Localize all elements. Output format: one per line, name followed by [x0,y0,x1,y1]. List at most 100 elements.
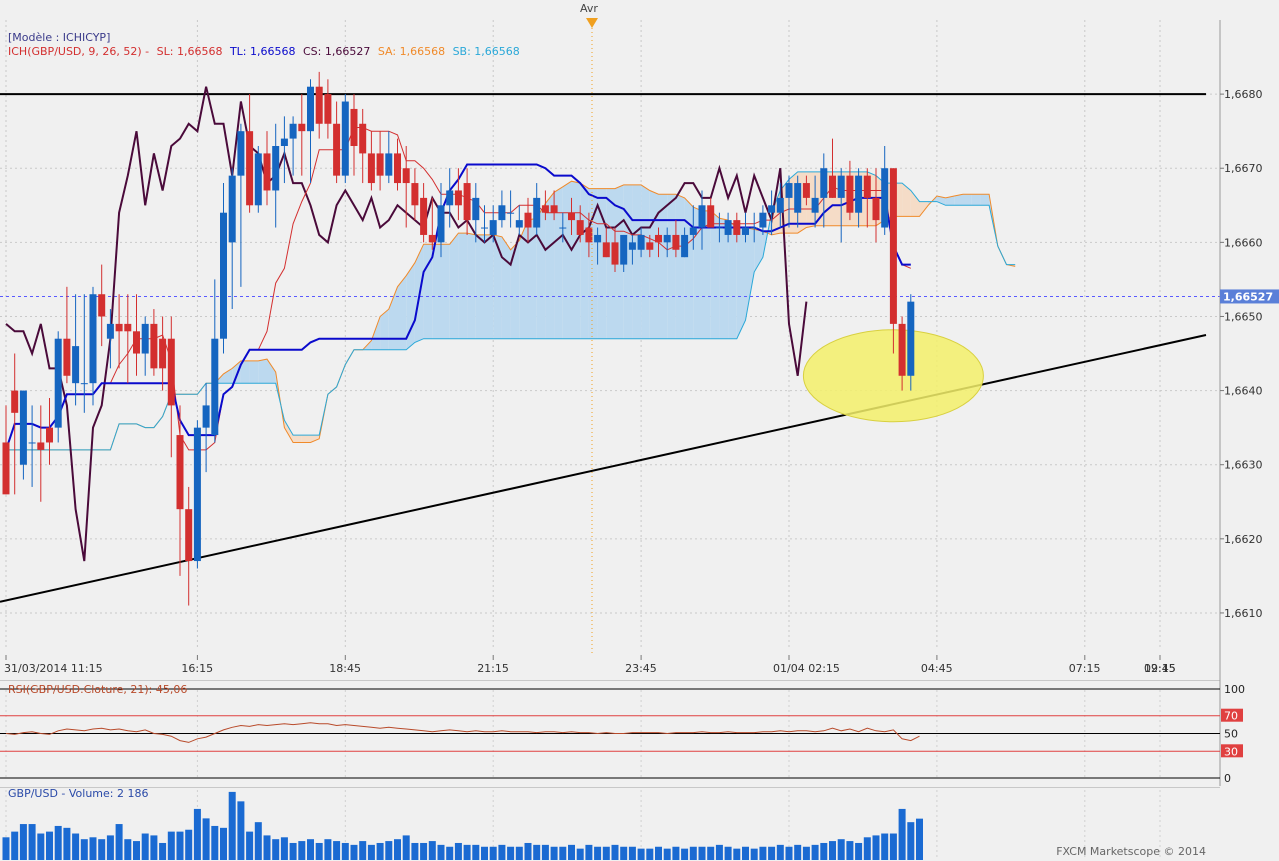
candle-bear [420,197,428,235]
volume-bar [881,833,889,860]
chart-canvas[interactable]: 1,6610 1,6620 1,6630 1,6640 1,6650 1,6660 1,66… [0,0,1279,860]
candle-bull [72,346,80,384]
cloud-segment-bull [649,190,659,339]
cloud-segment-bull [458,233,468,339]
cloud-segment-bull [545,192,555,339]
volume-bar [411,842,419,860]
volume-bar [750,848,758,860]
volume-bar [350,844,358,860]
candle-bull [785,183,793,198]
volume-bar [298,841,306,860]
candle-bear [359,123,367,154]
volume-bar [124,839,132,860]
candle-bear [550,205,558,213]
volume-bar [602,846,610,860]
cloud-segment-bull [449,233,459,339]
candle-bear [367,153,375,184]
volume-bar [620,846,628,860]
volume-bar [855,842,863,860]
cloud-segment-bull [258,359,267,384]
candle-bull [742,227,749,235]
volume-bar [133,841,140,860]
volume-bar [507,846,515,860]
candle-bear [829,175,836,198]
candle-bear [263,153,271,191]
cloud-segment-bull [562,181,572,339]
cloud-segment-bull [571,181,581,339]
volume-bar [715,844,723,860]
ichimoku-legend: ICH(GBP/USD, 9, 26, 52) - SL: 1,66568 TL… [8,45,524,58]
candle-bear [11,390,19,413]
copyright: FXCM Marketscope © 2014 [1056,845,1206,858]
volume-bar [541,844,549,860]
cloud-segment-bull [441,244,450,339]
candle-bull [307,86,314,132]
candle-bull [724,220,732,235]
volume-bar [463,844,471,860]
candle-bear [333,123,341,176]
price-axis-label: 1,6610 [1224,607,1263,620]
volume-bar [159,842,167,860]
volume-bar [533,844,541,860]
volume-bar [167,831,175,860]
volume-bar [576,848,584,860]
volume-bar [150,835,158,860]
volume-bar [28,824,36,860]
volume-bar [237,801,245,860]
volume-bar [776,844,784,860]
cloud-segment-bull [493,234,502,339]
volume-bar [446,846,454,860]
candle-bear [541,205,549,213]
time-axis-label: 04:45 [921,662,953,675]
volume-bar [785,846,793,860]
volume-bar [759,846,767,860]
time-axis-label: 18:45 [329,662,361,675]
candle-bull [837,175,845,198]
rsi-axis-label: 0 [1224,772,1231,785]
volume-bar [220,827,227,860]
volume-bar [820,842,828,860]
volume-bar [394,839,401,860]
cloud-segment-bull [963,194,972,206]
cloud-segment-bull [641,184,650,339]
candle-bull [768,205,776,213]
candle-bull [446,190,454,206]
volume-bar [768,846,776,860]
candle-bear [863,175,871,198]
candle-bear [898,323,906,376]
candle-bear [176,435,184,510]
candle-bull [750,227,758,229]
candle-bear [37,442,45,450]
volume-bar [916,818,923,860]
rsi-legend: RSI(GBP/USD.Cloture, 21): 45,06 [8,683,188,696]
candle-bear [802,183,810,198]
volume-bar [698,846,706,860]
candle-bull [385,153,393,176]
volume-bar [2,837,10,860]
volume-bar [628,846,636,860]
candle-bear [707,205,715,228]
candle-bear [602,242,610,258]
candle-bear [889,168,897,324]
candle-bull [341,101,349,176]
cloud-segment-bull [980,194,990,206]
time-axis-label: 23:45 [625,662,657,675]
cloud-segment-bull [667,194,676,339]
candle-bear [185,509,193,562]
candle-bear [46,427,53,443]
candle-bull [594,234,602,243]
candle-bull [472,197,480,221]
cloud-segment-bull [754,229,763,272]
candle-bull [202,405,210,428]
cloud-segment-bull [675,194,685,339]
candle-bear [2,442,10,495]
volume-bar [254,822,262,860]
candle-bull [19,390,27,465]
volume-bar [454,842,462,860]
candle-bull [80,383,88,385]
candle-bear [298,123,306,132]
volume-bar [733,848,741,860]
price-axis-label: 1,6660 [1224,236,1263,249]
cloud-segment-bull [632,184,642,339]
volume-bar [54,825,62,860]
